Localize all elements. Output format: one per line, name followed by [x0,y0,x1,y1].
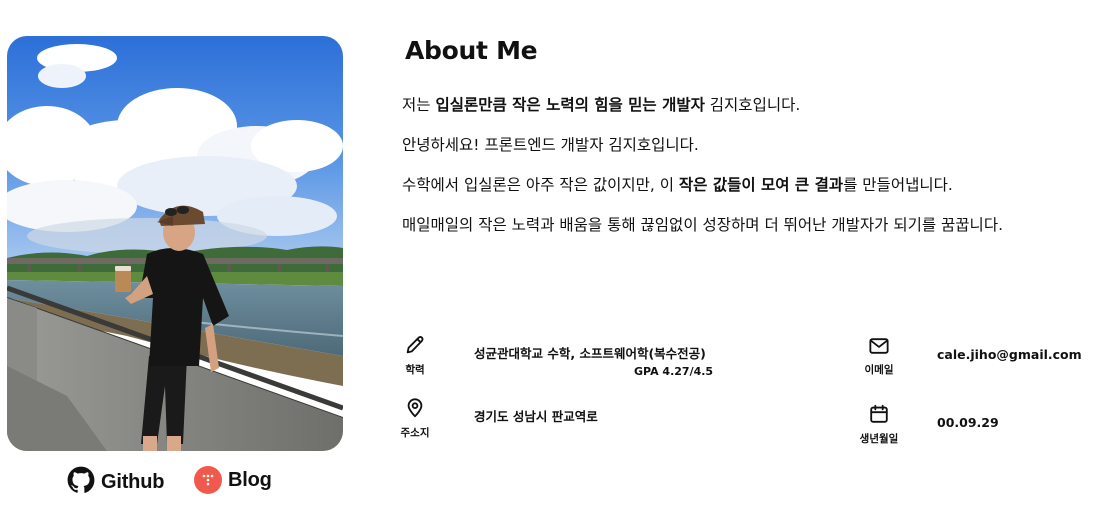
birthday-caption: 생년월일 [859,433,899,445]
about-title: About Me [405,36,538,65]
mail-icon [869,338,889,354]
profile-photo-illustration [7,36,343,451]
blog-icon [194,466,222,494]
birthday-value: 00.09.29 [937,415,999,430]
intro-1-prefix: 저는 [402,96,436,114]
address-value: 경기도 성남시 판교역로 [474,409,598,424]
address-item: 주소지 [385,397,445,440]
education-caption: 학력 [405,364,425,376]
intro-paragraph-3: 수학에서 입실론은 아주 작은 값이지만, 이 작은 값들이 모여 큰 결과를 … [402,174,1082,196]
intro-1-suffix: 김지호입니다. [704,96,801,114]
blog-label: Blog [228,468,272,491]
intro-paragraph-2: 안녕하세요! 프론트엔드 개발자 김지호입니다. [402,136,699,154]
education-gpa: GPA 4.27/4.5 [634,365,714,378]
github-label: Github [101,471,165,493]
birthday-item: 생년월일 [849,403,909,446]
education-item: 학력 [385,334,445,377]
address-caption: 주소지 [400,427,430,439]
blog-link[interactable]: Blog [194,466,272,494]
social-links: Github Blog [0,466,350,500]
about-intro: 저는 입실론만큼 작은 노력의 힘을 믿는 개발자 김지호입니다. 안녕하세요!… [402,94,1082,254]
education-value: 성균관대학교 수학, 소프트웨어학(복수전공) [474,346,706,361]
intro-3-prefix: 수학에서 입실론은 아주 작은 값이지만, 이 [402,176,679,194]
calendar-icon [870,404,888,423]
intro-1-bold: 입실론만큼 작은 노력의 힘을 믿는 개발자 [435,96,705,114]
intro-3-bold: 작은 값들이 모여 큰 결과 [678,176,844,194]
email-value[interactable]: cale.jiho@gmail.com [937,347,1082,362]
pencil-icon [406,336,424,354]
intro-paragraph-1: 저는 입실론만큼 작은 노력의 힘을 믿는 개발자 김지호입니다. [402,94,1082,116]
github-icon [67,466,95,499]
email-caption: 이메일 [864,364,894,376]
profile-photo [7,36,343,451]
location-pin-icon [407,398,423,418]
intro-3-suffix: 를 만들어냅니다. [843,176,953,194]
email-item: 이메일 [849,336,909,377]
github-link[interactable]: Github [67,466,164,499]
intro-paragraph-4: 매일매일의 작은 노력과 배움을 통해 끊임없이 성장하며 더 뛰어난 개발자가… [402,216,1004,234]
